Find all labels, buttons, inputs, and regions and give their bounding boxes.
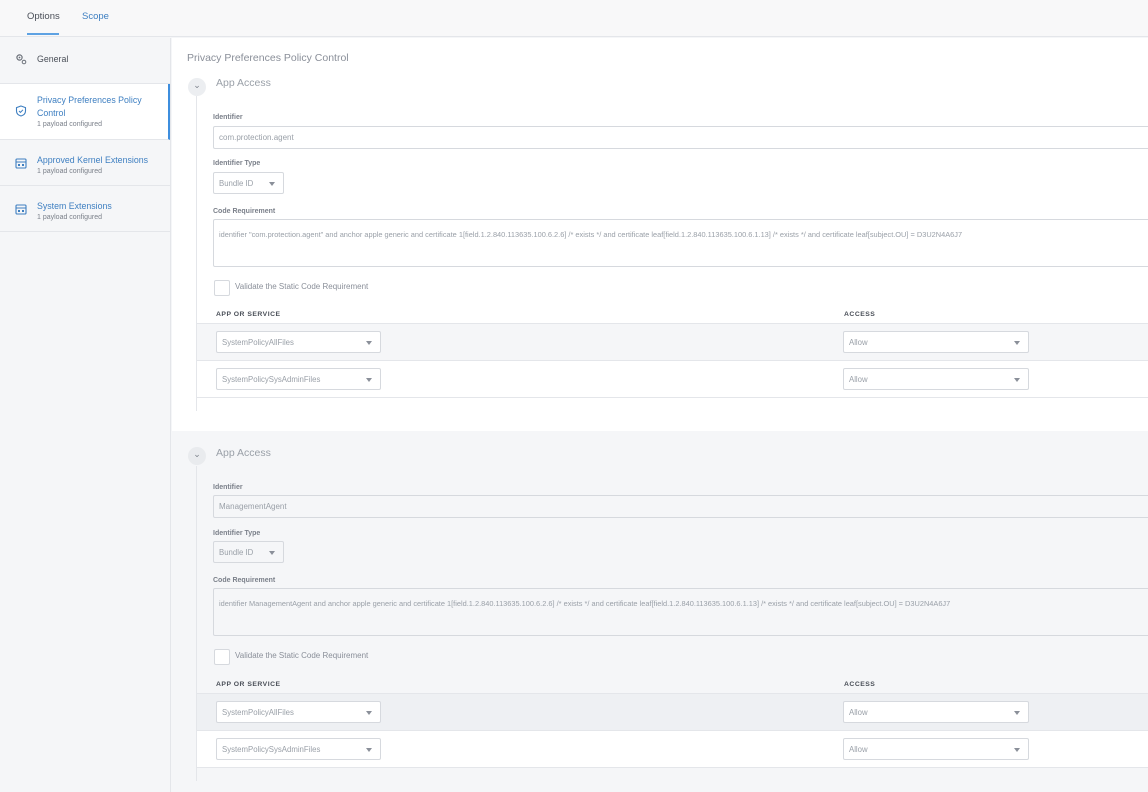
top-tab-bar: Options Scope [0, 0, 1148, 37]
identifier-type-select[interactable]: Bundle ID [213, 172, 284, 194]
table-row: SystemPolicyAllFiles Allow [197, 693, 1148, 730]
app-service-select[interactable]: SystemPolicyAllFiles [216, 701, 381, 723]
access-value: Allow [849, 338, 868, 347]
table-bottom-border [197, 397, 1148, 398]
identifier-type-label: Identifier Type [213, 160, 261, 167]
validate-static-code-checkbox[interactable] [214, 280, 230, 296]
code-requirement-textarea[interactable]: identifier "com.protection.agent" and an… [213, 219, 1148, 267]
section-2-title: App Access [216, 447, 271, 459]
sidebar-item-label: System Extensions [37, 201, 112, 211]
caret-down-icon [1014, 748, 1020, 752]
tab-options[interactable]: Options [27, 11, 60, 22]
access-select[interactable]: Allow [843, 331, 1029, 353]
table-row: SystemPolicySysAdminFiles Allow [197, 730, 1148, 767]
sidebar-item-label-line1: Privacy Preferences Policy [37, 95, 142, 105]
validate-static-code-checkbox[interactable] [214, 649, 230, 665]
code-requirement-label: Code Requirement [213, 577, 276, 584]
column-app-or-service: APP OR SERVICE [216, 311, 281, 318]
sidebar-item-sub: 1 payload configured [37, 121, 102, 128]
app-service-value: SystemPolicySysAdminFiles [222, 375, 321, 384]
caret-down-icon [269, 551, 275, 555]
caret-down-icon [366, 341, 372, 345]
collapse-section-2-button[interactable]: ⌄ [188, 447, 206, 465]
sidebar-item-privacy[interactable]: Privacy Preferences Policy Control 1 pay… [0, 84, 170, 140]
access-select[interactable]: Allow [843, 738, 1029, 760]
extension-icon [15, 158, 27, 169]
sidebar-item-general[interactable]: General [0, 38, 170, 84]
access-select[interactable]: Allow [843, 701, 1029, 723]
sidebar-item-sub: 1 payload configured [37, 168, 102, 175]
validate-static-code-label: Validate the Static Code Requirement [235, 651, 369, 660]
sidebar: General Privacy Preferences Policy Contr… [0, 38, 171, 792]
caret-down-icon [366, 378, 372, 382]
caret-down-icon [366, 711, 372, 715]
code-requirement-label: Code Requirement [213, 208, 276, 215]
identifier-type-select[interactable]: Bundle ID [213, 541, 284, 563]
caret-down-icon [1014, 378, 1020, 382]
sidebar-item-label-line2: Control [37, 108, 66, 118]
tab-scope[interactable]: Scope [82, 11, 109, 22]
chevron-down-icon: ⌄ [193, 80, 201, 90]
access-select[interactable]: Allow [843, 368, 1029, 390]
caret-down-icon [1014, 341, 1020, 345]
section-1-title: App Access [216, 77, 271, 89]
gears-icon [16, 54, 27, 65]
collapse-section-1-button[interactable]: ⌄ [188, 78, 206, 96]
app-service-value: SystemPolicyAllFiles [222, 338, 294, 347]
access-value: Allow [849, 708, 868, 717]
identifier-type-value: Bundle ID [219, 548, 254, 557]
caret-down-icon [269, 182, 275, 186]
chevron-down-icon: ⌄ [193, 449, 201, 459]
sidebar-item-label: Approved Kernel Extensions [37, 155, 149, 165]
page-title: Privacy Preferences Policy Control [187, 52, 349, 64]
main-panel: Privacy Preferences Policy Control ⌄ App… [172, 38, 1148, 792]
app-service-select[interactable]: SystemPolicyAllFiles [216, 331, 381, 353]
column-access: ACCESS [844, 311, 876, 318]
caret-down-icon [1014, 711, 1020, 715]
identifier-label: Identifier [213, 484, 243, 491]
table-row: SystemPolicySysAdminFiles Allow [197, 360, 1148, 397]
app-service-value: SystemPolicyAllFiles [222, 708, 294, 717]
identifier-input[interactable]: ManagementAgent [213, 495, 1148, 518]
identifier-label: Identifier [213, 114, 243, 121]
validate-static-code-label: Validate the Static Code Requirement [235, 282, 369, 291]
extension-icon [15, 204, 27, 215]
app-service-value: SystemPolicySysAdminFiles [222, 745, 321, 754]
code-requirement-textarea[interactable]: identifier ManagementAgent and anchor ap… [213, 588, 1148, 636]
sidebar-item-sub: 1 payload configured [37, 214, 102, 221]
identifier-type-label: Identifier Type [213, 530, 261, 537]
table-row: SystemPolicyAllFiles Allow [197, 323, 1148, 360]
access-value: Allow [849, 745, 868, 754]
shield-icon [15, 105, 27, 117]
sidebar-item-kernel-extensions[interactable]: Approved Kernel Extensions 1 payload con… [0, 140, 170, 186]
column-app-or-service: APP OR SERVICE [216, 681, 281, 688]
access-value: Allow [849, 375, 868, 384]
active-tab-indicator [27, 33, 59, 35]
app-service-select[interactable]: SystemPolicySysAdminFiles [216, 368, 381, 390]
caret-down-icon [366, 748, 372, 752]
sidebar-item-system-extensions[interactable]: System Extensions 1 payload configured [0, 186, 170, 232]
identifier-input[interactable]: com.protection.agent [213, 126, 1148, 149]
column-access: ACCESS [844, 681, 876, 688]
sidebar-item-label: General [37, 54, 69, 64]
table-bottom-border [197, 767, 1148, 768]
app-service-select[interactable]: SystemPolicySysAdminFiles [216, 738, 381, 760]
identifier-type-value: Bundle ID [219, 179, 254, 188]
